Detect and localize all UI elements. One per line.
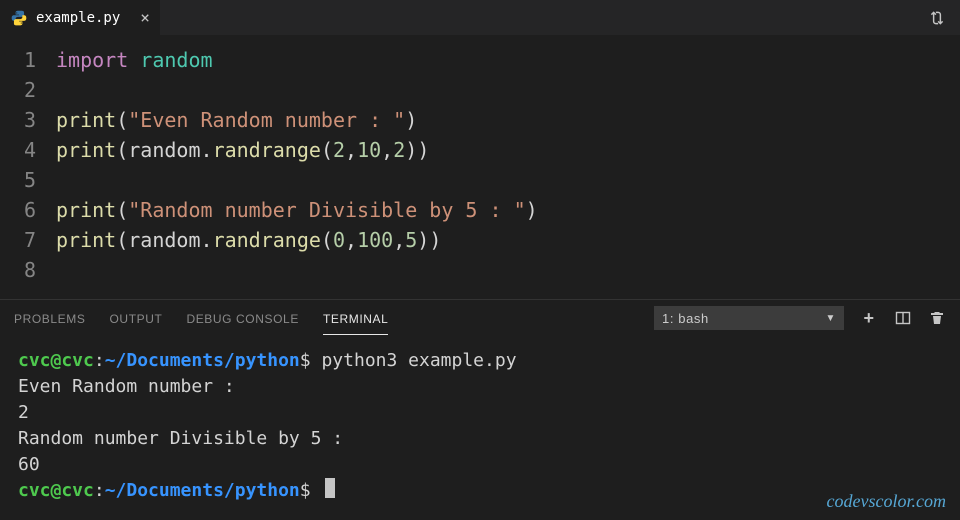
line-number: 6: [0, 195, 56, 225]
terminal-output-line: 60: [18, 452, 942, 478]
editor-line: 7print(random.randrange(0,100,5)): [0, 225, 960, 255]
file-tab-label: example.py: [36, 10, 120, 26]
line-number: 4: [0, 135, 56, 165]
compare-icon[interactable]: [928, 9, 946, 27]
editor-line: 4print(random.randrange(2,10,2)): [0, 135, 960, 165]
terminal-line: cvc@cvc:~/Documents/python$: [18, 478, 942, 504]
terminal-select[interactable]: 1: bash ▼: [654, 306, 844, 330]
line-number: 8: [0, 255, 56, 285]
editor-actions: [928, 0, 960, 35]
editor-line: 2: [0, 75, 960, 105]
editor-line: 6print("Random number Divisible by 5 : "…: [0, 195, 960, 225]
panel-tab-output[interactable]: OUTPUT: [110, 302, 163, 334]
code-content: print(random.randrange(2,10,2)): [56, 135, 429, 165]
terminal-cursor: [325, 478, 335, 498]
line-number: 5: [0, 165, 56, 195]
panel-tab-terminal[interactable]: TERMINAL: [323, 302, 388, 335]
line-number: 1: [0, 45, 56, 75]
file-tab[interactable]: example.py ×: [0, 0, 160, 35]
python-file-icon: [10, 9, 28, 27]
code-content: print("Even Random number : "): [56, 105, 417, 135]
code-content: import random: [56, 45, 213, 75]
bottom-panel: PROBLEMS OUTPUT DEBUG CONSOLE TERMINAL 1…: [0, 299, 960, 520]
code-editor[interactable]: 1import random23print("Even Random numbe…: [0, 35, 960, 299]
terminal-path: ~/Documents/python: [105, 350, 300, 371]
terminal-output-line: Even Random number :: [18, 374, 942, 400]
code-content: print(random.randrange(0,100,5)): [56, 225, 441, 255]
line-number: 7: [0, 225, 56, 255]
panel-tab-debug[interactable]: DEBUG CONSOLE: [186, 302, 299, 334]
terminal-user: cvc@cvc: [18, 350, 94, 371]
watermark: codevscolor.com: [827, 488, 946, 514]
panel-tab-problems[interactable]: PROBLEMS: [14, 302, 86, 334]
terminal-output-line: Random number Divisible by 5 :: [18, 426, 942, 452]
line-number: 2: [0, 75, 56, 105]
editor-line: 5: [0, 165, 960, 195]
terminal-select-label: 1: bash: [662, 311, 709, 326]
line-number: 3: [0, 105, 56, 135]
split-terminal-icon[interactable]: [894, 309, 912, 327]
code-content: print("Random number Divisible by 5 : "): [56, 195, 538, 225]
editor-line: 3print("Even Random number : "): [0, 105, 960, 135]
editor-line: 8: [0, 255, 960, 285]
new-terminal-button[interactable]: +: [860, 309, 878, 327]
panel-controls: 1: bash ▼ +: [654, 306, 946, 330]
chevron-down-icon: ▼: [826, 313, 837, 324]
terminal[interactable]: cvc@cvc:~/Documents/python$ python3 exam…: [0, 336, 960, 520]
editor-line: 1import random: [0, 45, 960, 75]
terminal-line: cvc@cvc:~/Documents/python$ python3 exam…: [18, 348, 942, 374]
panel-tab-bar: PROBLEMS OUTPUT DEBUG CONSOLE TERMINAL 1…: [0, 300, 960, 336]
tab-bar: example.py ×: [0, 0, 960, 35]
trash-icon[interactable]: [928, 309, 946, 327]
tab-close-icon[interactable]: ×: [140, 8, 150, 27]
terminal-output-line: 2: [18, 400, 942, 426]
